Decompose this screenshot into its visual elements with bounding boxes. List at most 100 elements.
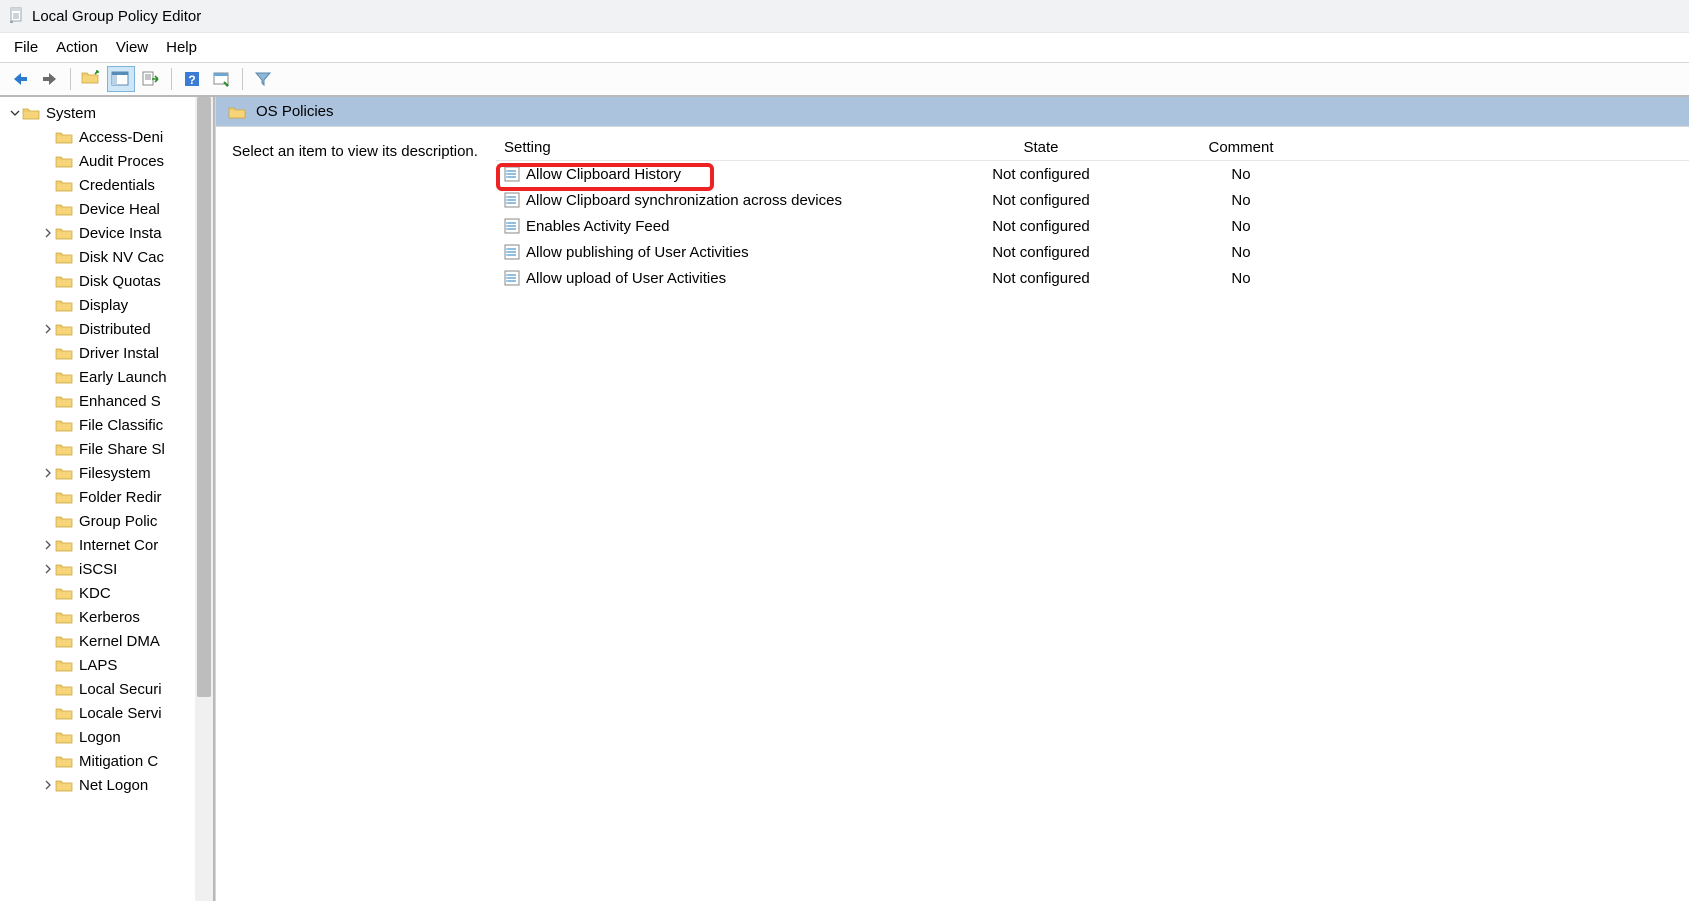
tree-node-item[interactable]: Local Securi xyxy=(0,677,213,701)
tree-node-item[interactable]: Device Heal xyxy=(0,197,213,221)
tree-node-item[interactable]: Group Polic xyxy=(0,509,213,533)
tree-node-item[interactable]: Kerberos xyxy=(0,605,213,629)
tree-node-system[interactable]: System xyxy=(0,101,213,125)
tree-node-item[interactable]: Access-Deni xyxy=(0,125,213,149)
tree-node-label: Device Heal xyxy=(79,201,160,218)
state-cell: Not configured xyxy=(966,192,1116,209)
setting-cell[interactable]: Allow Clipboard synchronization across d… xyxy=(496,192,966,209)
tree-node-item[interactable]: Distributed xyxy=(0,317,213,341)
help-button[interactable]: ? xyxy=(178,66,206,92)
chevron-right-icon[interactable] xyxy=(41,228,55,238)
tree-node-item[interactable]: Credentials xyxy=(0,173,213,197)
tree-pane: System Access-Deni Audit ProcesCredential… xyxy=(0,97,215,901)
setting-cell[interactable]: Allow upload of User Activities xyxy=(496,270,966,287)
column-header-setting[interactable]: Setting xyxy=(496,139,966,156)
tree-node-item[interactable]: iSCSI xyxy=(0,557,213,581)
menu-view[interactable]: View xyxy=(112,35,162,60)
tree-node-label: Folder Redir xyxy=(79,489,162,506)
show-tree-button[interactable] xyxy=(107,66,135,92)
menu-file[interactable]: File xyxy=(10,35,52,60)
folder-icon xyxy=(55,562,73,576)
tree-node-label: Driver Instal xyxy=(79,345,159,362)
tree-node-item[interactable]: Disk NV Cac xyxy=(0,245,213,269)
tree-node-item[interactable]: File Share Sl xyxy=(0,437,213,461)
folder-icon xyxy=(55,274,73,288)
tree-node-item[interactable]: Enhanced S xyxy=(0,389,213,413)
chevron-right-icon[interactable] xyxy=(41,324,55,334)
folder-icon xyxy=(55,754,73,768)
column-header-comment[interactable]: Comment xyxy=(1116,139,1366,156)
setting-row[interactable]: Allow Clipboard synchronization across d… xyxy=(496,187,1689,213)
setting-cell[interactable]: Allow publishing of User Activities xyxy=(496,244,966,261)
setting-row[interactable]: Allow publishing of User ActivitiesNot c… xyxy=(496,239,1689,265)
tree-node-item[interactable]: Device Insta xyxy=(0,221,213,245)
setting-row[interactable]: Enables Activity FeedNot configuredNo xyxy=(496,213,1689,239)
tree-node-item[interactable]: Display xyxy=(0,293,213,317)
chevron-right-icon[interactable] xyxy=(41,468,55,478)
comment-cell: No xyxy=(1116,166,1366,183)
folder-icon xyxy=(55,346,73,360)
setting-label: Allow publishing of User Activities xyxy=(526,244,749,261)
up-folder-button[interactable] xyxy=(77,66,105,92)
tree-node-item[interactable]: Internet Cor xyxy=(0,533,213,557)
tree-node-label: Kernel DMA xyxy=(79,633,160,650)
folder-icon xyxy=(228,105,246,119)
scrollbar-thumb[interactable] xyxy=(197,97,211,697)
column-header-state[interactable]: State xyxy=(966,139,1116,156)
tree-scrollbar[interactable] xyxy=(195,97,213,901)
tree-node-item[interactable]: Kernel DMA xyxy=(0,629,213,653)
folder-icon xyxy=(55,226,73,240)
tree-node-item[interactable]: Folder Redir xyxy=(0,485,213,509)
description-column: Select an item to view its description. xyxy=(224,135,496,901)
back-button[interactable] xyxy=(6,66,34,92)
filter-button[interactable] xyxy=(249,66,277,92)
tree-node-item[interactable]: Driver Instal xyxy=(0,341,213,365)
setting-icon xyxy=(504,270,520,286)
tree-node-item[interactable]: File Classific xyxy=(0,413,213,437)
tree-node-item[interactable]: Net Logon xyxy=(0,773,213,797)
tree-node-item[interactable]: Early Launch xyxy=(0,365,213,389)
menu-help[interactable]: Help xyxy=(162,35,211,60)
column-headers[interactable]: Setting State Comment xyxy=(496,135,1689,161)
menu-action[interactable]: Action xyxy=(52,35,112,60)
setting-row[interactable]: Allow upload of User ActivitiesNot confi… xyxy=(496,265,1689,291)
tree-node-item[interactable]: Locale Servi xyxy=(0,701,213,725)
setting-label: Allow upload of User Activities xyxy=(526,270,726,287)
forward-button[interactable] xyxy=(36,66,64,92)
chevron-down-icon[interactable] xyxy=(8,108,22,118)
tree-node-item[interactable]: LAPS xyxy=(0,653,213,677)
folder-icon xyxy=(55,178,73,192)
chevron-right-icon[interactable] xyxy=(41,780,55,790)
setting-cell[interactable]: Enables Activity Feed xyxy=(496,218,966,235)
tree-node-label: System xyxy=(46,105,96,122)
chevron-right-icon[interactable] xyxy=(41,540,55,550)
comment-cell: No xyxy=(1116,192,1366,209)
folder-icon xyxy=(55,202,73,216)
folder-icon xyxy=(55,322,73,336)
tree-node-label: Local Securi xyxy=(79,681,162,698)
app-icon xyxy=(8,7,24,25)
tree-node-item[interactable]: Filesystem xyxy=(0,461,213,485)
setting-row[interactable]: Allow Clipboard HistoryNot configuredNo xyxy=(496,161,1689,187)
tree-node-label: Filesystem xyxy=(79,465,151,482)
tree-node-item[interactable]: Audit Proces xyxy=(0,149,213,173)
comment-cell: No xyxy=(1116,244,1366,261)
tree-node-label: Mitigation C xyxy=(79,753,158,770)
tree-node-label: Locale Servi xyxy=(79,705,162,722)
tree-node-item[interactable]: KDC xyxy=(0,581,213,605)
tree-node-item[interactable]: Logon xyxy=(0,725,213,749)
chevron-right-icon[interactable] xyxy=(41,564,55,574)
tree-node-label: Access-Deni xyxy=(79,129,163,146)
tree[interactable]: System Access-Deni Audit ProcesCredential… xyxy=(0,97,213,797)
tree-node-label: Net Logon xyxy=(79,777,148,794)
tree-node-item[interactable]: Disk Quotas xyxy=(0,269,213,293)
setting-cell[interactable]: Allow Clipboard History xyxy=(496,166,966,183)
tree-node-item[interactable]: Mitigation C xyxy=(0,749,213,773)
details-header-title: OS Policies xyxy=(256,103,334,120)
toolbar-separator xyxy=(70,68,71,90)
folder-icon xyxy=(55,250,73,264)
folder-icon xyxy=(55,682,73,696)
properties-button[interactable] xyxy=(208,66,236,92)
setting-label: Allow Clipboard synchronization across d… xyxy=(526,192,842,209)
export-button[interactable] xyxy=(137,66,165,92)
